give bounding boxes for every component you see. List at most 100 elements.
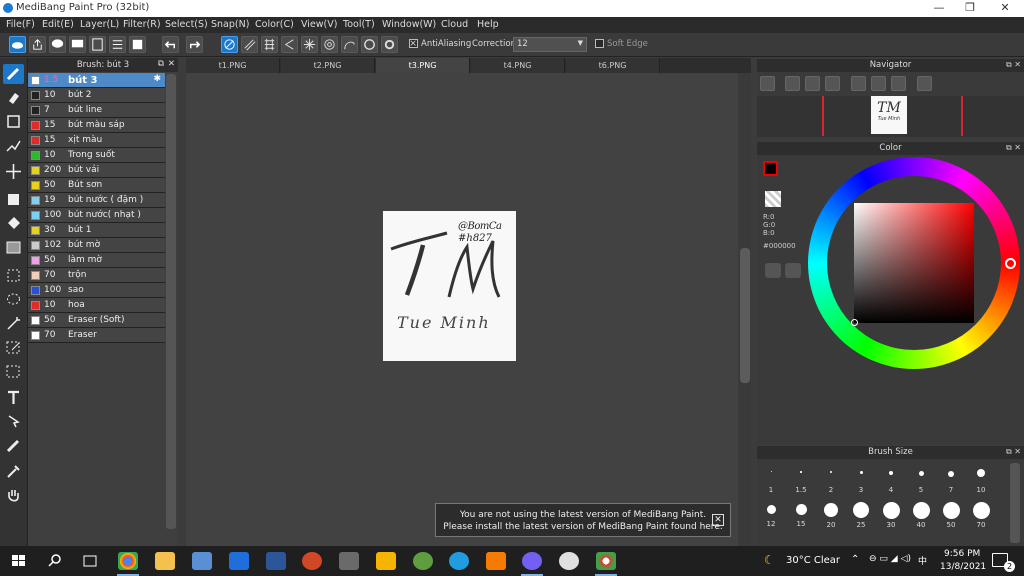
clock-date[interactable]: 13/8/2021 — [940, 562, 986, 572]
viber-icon[interactable] — [522, 552, 542, 570]
comment-icon[interactable] — [69, 36, 86, 53]
brush-scrollbar[interactable] — [166, 74, 176, 529]
pen-line-tool-icon[interactable] — [3, 136, 24, 156]
cloud-icon[interactable] — [9, 36, 26, 53]
tab-t4[interactable]: t4.PNG — [471, 58, 565, 73]
hand-tool-icon[interactable] — [3, 486, 24, 506]
brush-item[interactable]: 7 bút line — [28, 103, 165, 118]
brush-item[interactable]: 50 Bút sơn — [28, 178, 165, 193]
app-icon-orange[interactable] — [486, 552, 506, 570]
brush-size-option[interactable]: 10 — [969, 469, 993, 494]
curve-snap-icon[interactable] — [341, 36, 358, 53]
text-tool-icon[interactable] — [3, 388, 24, 408]
gear-icon[interactable] — [381, 36, 398, 53]
tray-icons[interactable]: ⊖ ▭ ◢ ◁) — [869, 554, 911, 564]
frame-divider-tool-icon[interactable] — [3, 436, 24, 456]
brush-item[interactable]: 1.5 bút 3 ✱ — [28, 73, 165, 88]
grid-icon[interactable] — [129, 36, 146, 53]
eraser-tool-icon[interactable] — [3, 88, 24, 108]
messenger-icon[interactable] — [559, 552, 579, 570]
operation-tool-icon[interactable] — [3, 412, 24, 432]
vanishing-snap-icon[interactable] — [281, 36, 298, 53]
update-notice[interactable]: You are not using the latest version of … — [435, 503, 731, 537]
edge-icon[interactable] — [449, 552, 469, 570]
close-icon[interactable]: ✕ — [168, 59, 175, 69]
eyedropper-tool-icon[interactable] — [3, 462, 24, 482]
panel-controls-icon[interactable]: ⧉ ✕ — [1006, 143, 1021, 153]
word-icon[interactable] — [266, 552, 286, 570]
clock-time[interactable]: 9:56 PM — [944, 549, 980, 559]
file-explorer-icon[interactable] — [155, 552, 175, 570]
brush-size-option[interactable]: 20 — [819, 503, 843, 529]
parallel-snap-icon[interactable] — [241, 36, 258, 53]
menu-edit[interactable]: Edit(E) — [42, 19, 74, 30]
brush-size-option[interactable]: 30 — [879, 502, 903, 529]
tab-t6[interactable]: t6.PNG — [566, 58, 660, 73]
camera-icon[interactable] — [192, 552, 212, 570]
tab-t3[interactable]: t3.PNG — [376, 58, 470, 73]
redo-icon[interactable] — [186, 36, 203, 53]
medibang-icon[interactable] — [596, 552, 616, 570]
fill-rect-tool-icon[interactable] — [3, 190, 24, 210]
input-language-icon[interactable]: 中 — [918, 554, 927, 567]
tab-t2[interactable]: t2.PNG — [281, 58, 375, 73]
brush-tool-icon[interactable] — [3, 64, 24, 84]
menu-select[interactable]: Select(S) — [165, 19, 208, 30]
brush-item[interactable]: 70 Eraser — [28, 328, 165, 343]
chrome-icon[interactable] — [118, 552, 138, 570]
brush-size-option[interactable]: 25 — [849, 502, 873, 529]
notes-icon[interactable] — [376, 552, 396, 570]
brush-item[interactable]: 15 xịt màu — [28, 133, 165, 148]
select-pen-tool-icon[interactable] — [3, 338, 24, 358]
magic-wand-tool-icon[interactable] — [3, 314, 24, 334]
undo-icon[interactable] — [162, 36, 179, 53]
tab-t1[interactable]: t1.PNG — [186, 58, 280, 73]
menu-cloud[interactable]: Cloud — [441, 19, 468, 30]
lasso-tool-icon[interactable] — [3, 290, 24, 310]
brush-size-option[interactable]: 7 — [939, 471, 963, 494]
menu-tool[interactable]: Tool(T) — [343, 19, 375, 30]
zoom-fit-icon[interactable] — [760, 76, 775, 91]
brush-item[interactable]: 10 bút 2 — [28, 88, 165, 103]
move-tool-icon[interactable] — [3, 162, 24, 182]
menu-help[interactable]: Help — [477, 19, 499, 30]
windows-start-icon[interactable] — [9, 552, 29, 570]
gear-icon[interactable]: ✱ — [153, 74, 161, 84]
minimize-button[interactable]: — — [924, 1, 954, 16]
canvas-scrollbar[interactable] — [739, 73, 751, 546]
palette-settings-icon[interactable] — [785, 263, 801, 278]
brush-size-option[interactable]: 2 — [819, 471, 843, 494]
brush-item[interactable]: 19 bút nước ( đậm ) — [28, 193, 165, 208]
brush-size-scrollbar[interactable] — [1010, 463, 1020, 543]
brush-size-option[interactable]: 50 — [939, 502, 963, 529]
brush-item[interactable]: 15 bút màu sáp — [28, 118, 165, 133]
brush-item[interactable]: 102 bút mờ — [28, 238, 165, 253]
brush-size-option[interactable]: 12 — [759, 505, 783, 528]
palette-icon[interactable] — [765, 263, 781, 278]
popout-icon[interactable]: ⧉ — [158, 59, 164, 69]
snap-off-icon[interactable] — [221, 36, 238, 53]
softedge-checkbox[interactable] — [595, 39, 604, 48]
ellipse-snap-icon[interactable] — [361, 36, 378, 53]
share-icon[interactable] — [29, 36, 46, 53]
reset-view-icon[interactable] — [871, 76, 886, 91]
app-icon-green[interactable] — [413, 552, 433, 570]
brush-size-option[interactable]: 3 — [849, 471, 873, 494]
brush-item[interactable]: 10 hoa — [28, 298, 165, 313]
bucket-tool-icon[interactable] — [3, 214, 24, 234]
menu-window[interactable]: Window(W) — [382, 19, 436, 30]
brush-item[interactable]: 30 bút 1 — [28, 223, 165, 238]
paint-icon[interactable] — [339, 552, 359, 570]
brush-item[interactable]: 100 sao — [28, 283, 165, 298]
color-picker-handle[interactable] — [851, 319, 858, 326]
transparent-color-swatch[interactable] — [765, 191, 781, 207]
correction-select[interactable]: 12 ▼ — [513, 37, 587, 52]
select-tool-icon[interactable] — [3, 266, 24, 286]
brush-size-option[interactable]: 5 — [909, 471, 933, 494]
search-icon[interactable] — [45, 552, 65, 570]
rectangle-tool-icon[interactable] — [3, 112, 24, 132]
scrollbar-thumb[interactable] — [740, 248, 750, 383]
primary-color-swatch[interactable] — [763, 161, 778, 176]
rotate-right-icon[interactable] — [891, 76, 906, 91]
select-eraser-tool-icon[interactable] — [3, 362, 24, 382]
